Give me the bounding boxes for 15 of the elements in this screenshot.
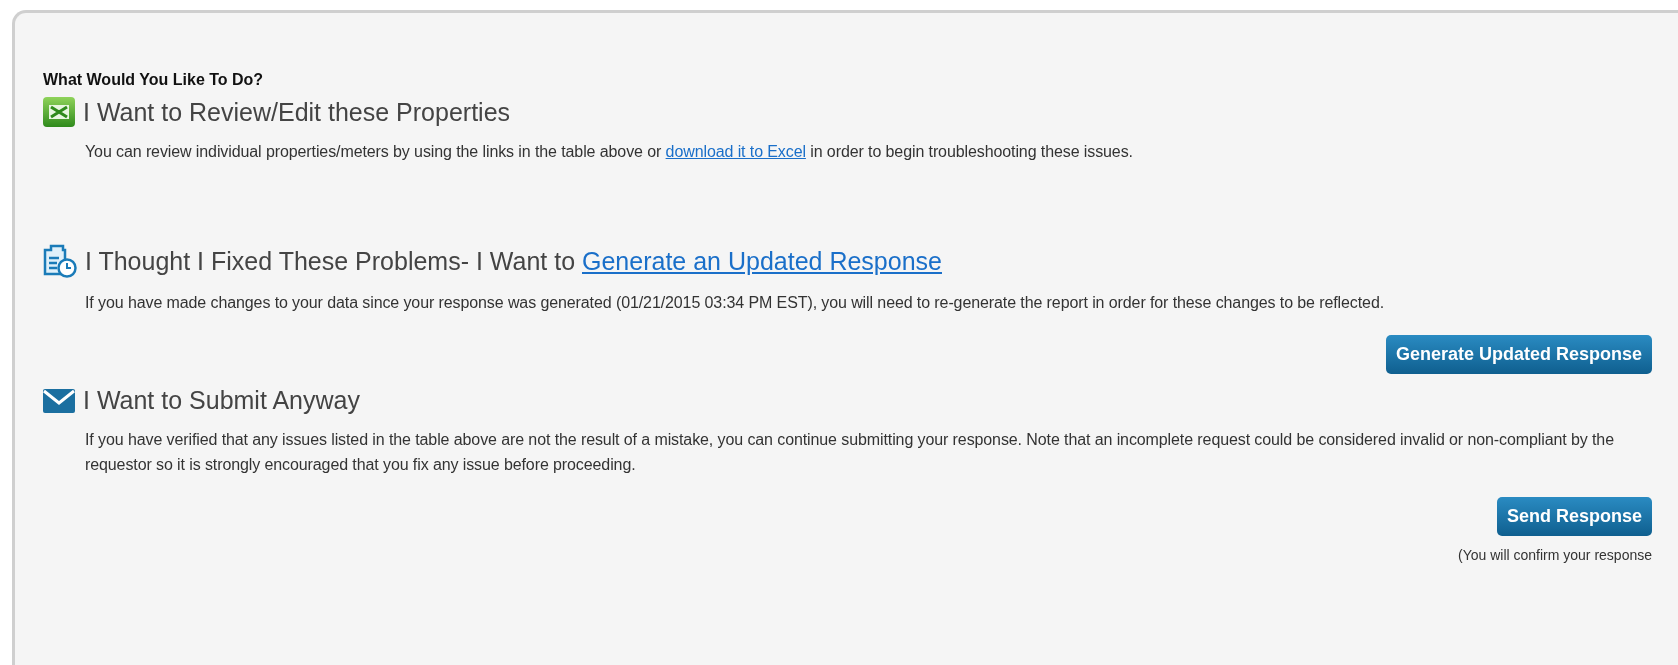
section-description: If you have made changes to your data since your response was generated (01/21/2015 03:34 PM EST), you will need to re-generate the report in order for these changes to be reflected. bbox=[85, 293, 1386, 313]
excel-download-link[interactable]: download it to Excel bbox=[665, 143, 806, 160]
section-title: I Want to Review/Edit these Properties bbox=[83, 97, 511, 127]
section-title: I Thought I Fixed These Problems- I Want to Generate an Updated Response bbox=[85, 246, 942, 276]
panel-heading: What Would You Like To Do? bbox=[43, 71, 265, 89]
envelope-icon bbox=[43, 388, 75, 413]
section-description: You can review individual properties/meters by using the links in the table above or download it to Excel in order to begin troubleshooting these issues. bbox=[85, 142, 1134, 162]
section-title: I Want to Submit Anyway bbox=[83, 386, 360, 415]
section-description: If you have verified that any issues listed in the table above are not the result of a mistake, you can continue submitting your response. Note that an incomplete request could be considered invalid or non-compliant by the requestor so it is strongly encouraged that you fix any issue before proceeding. bbox=[85, 430, 1615, 475]
confirmation-note: (You will confirm your response bbox=[1458, 547, 1652, 563]
section-title-link[interactable]: Generate an Updated Response bbox=[582, 246, 942, 275]
action-button[interactable]: Generate Updated Response bbox=[1385, 335, 1652, 374]
spreadsheet-icon bbox=[43, 97, 75, 127]
document-clock-icon bbox=[43, 244, 77, 278]
action-button[interactable]: Send Response bbox=[1496, 497, 1652, 536]
